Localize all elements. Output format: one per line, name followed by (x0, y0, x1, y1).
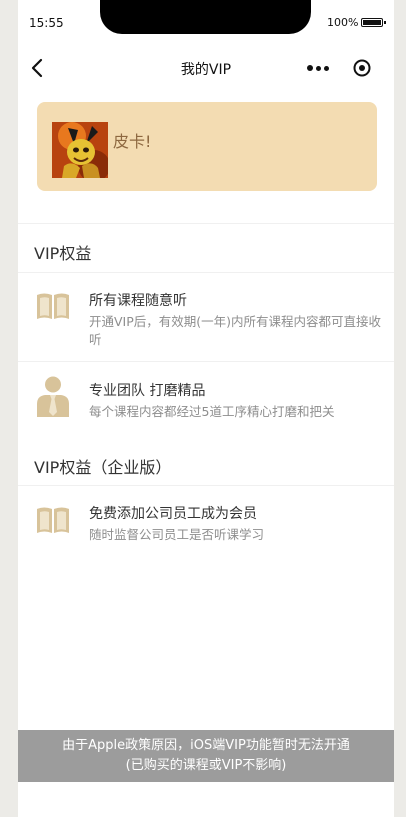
battery-percent: 100% (327, 16, 359, 29)
section-title-enterprise: VIP权益（企业版） (34, 458, 172, 477)
user-card: 皮卡! (37, 102, 377, 191)
notice-line-2: (已购买的课程或VIP不影响) (125, 758, 287, 773)
open-book-icon (37, 293, 69, 319)
username: 皮卡! (113, 132, 152, 151)
notice-line-1: 由于Apple政策原因，iOS端VIP功能暂时无法开通 (62, 738, 350, 753)
divider (18, 485, 394, 486)
open-book-icon (37, 507, 69, 533)
benefit-title: 所有课程随意听 (89, 293, 187, 309)
avatar[interactable] (52, 122, 108, 178)
more-button[interactable] (306, 58, 332, 78)
ios-notice-bar: 由于Apple政策原因，iOS端VIP功能暂时无法开通 (已购买的课程或VIP不… (18, 730, 394, 782)
divider (18, 272, 394, 273)
notch (100, 0, 311, 34)
avatar-image (52, 122, 108, 178)
nav-bar: 我的VIP (18, 44, 394, 92)
benefit-description: 开通VIP后，有效期(一年)内所有课程内容都可直接收听 (89, 314, 382, 347)
section-title-vip: VIP权益 (34, 244, 92, 263)
page-title: 我的VIP (180, 62, 232, 78)
close-miniprogram-button[interactable] (352, 58, 372, 78)
battery-icon (361, 18, 386, 27)
target-circle-icon (353, 59, 371, 77)
benefit-title: 专业团队 打磨精品 (89, 383, 206, 399)
divider (18, 223, 394, 224)
person-tie-icon (37, 376, 69, 417)
status-bar: 15:55 100% (18, 0, 394, 44)
more-dot (316, 66, 321, 71)
divider (18, 361, 394, 362)
more-dots-icon (307, 65, 313, 71)
more-dot (324, 66, 329, 71)
benefit-description: 每个课程内容都经过5道工序精心打磨和把关 (89, 404, 335, 419)
phone-screen: 15:55 100% 我的VIP 皮卡! VIP权益 所有课程随意听 开通VIP… (18, 0, 394, 817)
benefit-title: 免费添加公司员工成为会员 (89, 506, 257, 522)
status-time: 15:55 (29, 16, 64, 30)
benefit-description: 随时监督公司员工是否听课学习 (89, 527, 265, 542)
